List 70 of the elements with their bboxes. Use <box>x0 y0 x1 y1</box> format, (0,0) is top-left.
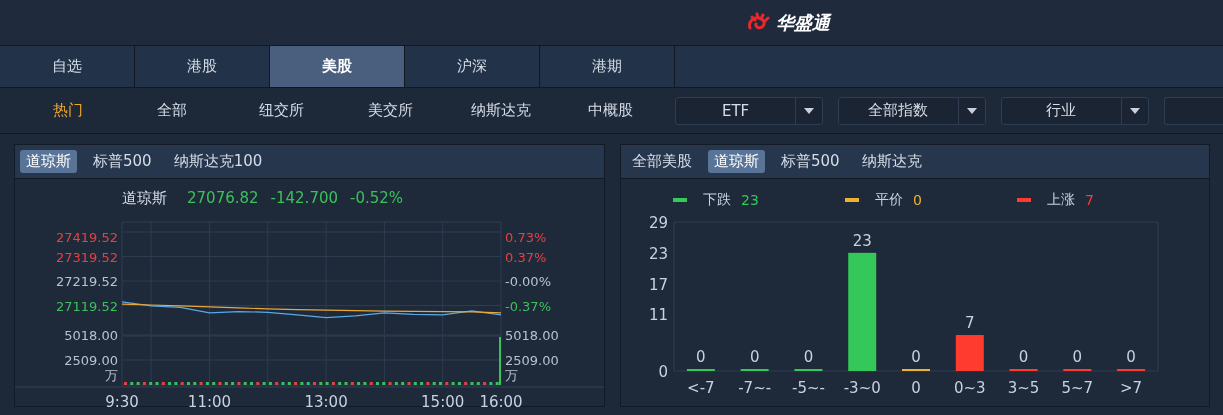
bar-value-label: 0 <box>749 348 760 366</box>
volume-unit-label: 万 <box>105 368 118 383</box>
x-axis-label: -3~0 <box>843 379 881 397</box>
y-axis-label: 17 <box>648 275 668 294</box>
x-axis-label: -5~- <box>792 379 825 397</box>
time-axis-label: 9:30 <box>105 393 139 411</box>
legend-label: 上涨 <box>1047 191 1075 209</box>
volume-axis-label: 2509.00 <box>64 353 118 368</box>
bar-value-label: 0 <box>803 348 814 366</box>
market-tab[interactable]: 美股 <box>270 46 405 87</box>
price-axis-label: 27319.52 <box>55 249 118 265</box>
category-tab[interactable]: 纳斯达克 <box>447 100 554 121</box>
index-tab[interactable]: 纳斯达克100 <box>167 150 269 173</box>
time-axis-label: 16:00 <box>479 393 523 411</box>
price-axis-label: 27419.52 <box>55 230 118 245</box>
x-axis-label: 0 <box>911 379 921 397</box>
percent-axis-label: 0.73% <box>505 230 547 245</box>
dropdown[interactable]: ETF <box>675 96 824 125</box>
bar-value-label: 7 <box>965 314 975 333</box>
price-axis-label: 27219.52 <box>55 274 118 290</box>
y-axis-label: 23 <box>648 244 668 263</box>
percent-axis-label: 0.37% <box>505 249 547 265</box>
logo-text: 华盛通 <box>776 10 830 35</box>
volume-axis-label: 5018.00 <box>505 328 559 343</box>
category-tab[interactable]: 纽交所 <box>228 100 335 121</box>
time-axis-label: 11:00 <box>187 393 232 411</box>
legend-count: 0 <box>913 192 922 208</box>
y-axis-label: 29 <box>648 214 668 232</box>
legend-label: 平价 <box>875 191 903 209</box>
percent-axis-label: -0.37% <box>505 298 551 314</box>
index-tab[interactable]: 标普500 <box>775 150 846 173</box>
time-axis-label: 15:00 <box>421 393 465 411</box>
bar-value-label: 0 <box>1126 348 1136 366</box>
y-axis-label: 11 <box>648 306 668 325</box>
legend-count: 7 <box>1085 192 1094 208</box>
bar-value-label: 0 <box>696 348 706 366</box>
x-axis-label: <-7 <box>687 379 715 397</box>
index-percent: -0.52% <box>350 189 404 208</box>
y-axis-label: 0 <box>658 363 668 381</box>
bar-value-label: 23 <box>852 231 872 250</box>
index-tab[interactable]: 道琼斯 <box>708 150 765 173</box>
category-tab[interactable]: 热门 <box>22 100 115 121</box>
x-axis-label: -7~- <box>738 379 772 397</box>
index-change: -142.700 <box>270 189 339 208</box>
dropdown[interactable]: 全部指数 <box>838 96 986 125</box>
index-tab[interactable]: 纳斯达克 <box>855 150 928 173</box>
price-axis-label: 27119.52 <box>55 298 118 314</box>
x-axis-label: >7 <box>1120 379 1143 397</box>
bar-value-label: 0 <box>1072 348 1083 366</box>
x-axis-label: 5~7 <box>1061 379 1094 397</box>
index-tab[interactable]: 道琼斯 <box>20 150 77 173</box>
volume-axis-label: 5018.00 <box>64 328 118 343</box>
bar-value-label: 0 <box>911 348 921 366</box>
legend-label: 下跌 <box>703 191 731 209</box>
dropdown[interactable]: 行业 <box>1000 96 1149 125</box>
x-axis-label: 0~3 <box>953 379 986 397</box>
category-tab[interactable]: 全部 <box>118 100 225 121</box>
index-name: 道琼斯 <box>122 189 167 208</box>
legend-count: 23 <box>741 192 759 208</box>
category-tab[interactable]: 中概股 <box>557 100 664 121</box>
category-tab[interactable]: 美交所 <box>338 100 444 121</box>
index-tab[interactable]: 标普500 <box>87 150 158 173</box>
percent-axis-label: -0.00% <box>505 274 551 290</box>
index-price: 27076.82 <box>187 189 259 208</box>
index-tab[interactable]: 全部美股 <box>626 150 698 173</box>
volume-unit-label: 万 <box>505 368 518 383</box>
x-axis-label: 3~5 <box>1007 379 1040 397</box>
bar-value-label: 0 <box>1018 348 1029 366</box>
volume-axis-label: 2509.00 <box>505 353 559 368</box>
time-axis-label: 13:00 <box>304 393 348 411</box>
